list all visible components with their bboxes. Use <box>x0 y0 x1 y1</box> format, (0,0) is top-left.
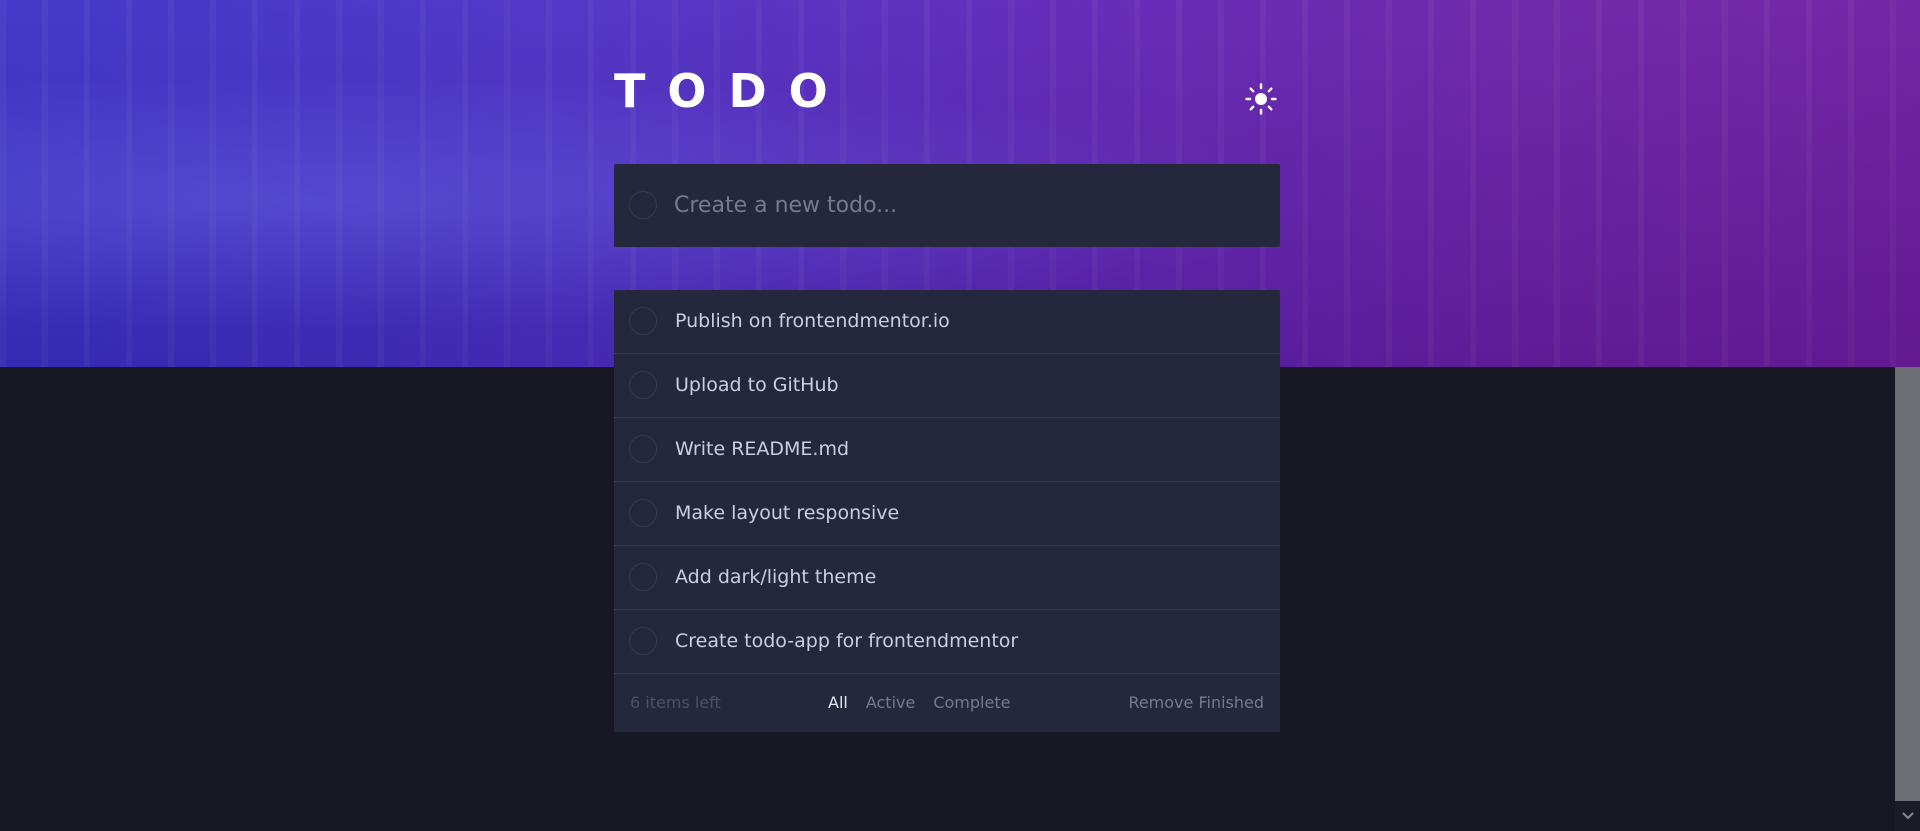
todo-check-circle[interactable] <box>629 627 657 655</box>
todo-check-circle[interactable] <box>629 371 657 399</box>
page-scrollbar[interactable] <box>1895 367 1920 831</box>
todo-item[interactable]: Upload to GitHub <box>614 354 1280 418</box>
remove-finished-button[interactable]: Remove Finished <box>1128 693 1264 712</box>
todo-item[interactable]: Add dark/light theme <box>614 546 1280 610</box>
todo-check-circle[interactable] <box>629 499 657 527</box>
todo-item-text: Create todo-app for frontendmentor <box>675 630 1019 652</box>
todo-footer: 6 items left All Active Complete Remove … <box>614 674 1280 732</box>
chevron-down-icon <box>1901 812 1914 820</box>
todo-item[interactable]: Write README.md <box>614 418 1280 482</box>
scrollbar-thumb[interactable] <box>1895 367 1920 801</box>
todo-check-circle[interactable] <box>629 435 657 463</box>
todo-list: Publish on frontendmentor.io Upload to G… <box>614 290 1280 732</box>
todo-check-circle[interactable] <box>629 563 657 591</box>
todo-item-text: Add dark/light theme <box>675 566 877 588</box>
filter-all-button[interactable]: All <box>828 693 848 712</box>
todo-check-circle[interactable] <box>629 307 657 335</box>
todo-item-text: Make layout responsive <box>675 502 900 524</box>
new-todo-check-circle[interactable] <box>629 191 657 219</box>
filter-active-button[interactable]: Active <box>866 693 916 712</box>
filter-complete-button[interactable]: Complete <box>933 693 1010 712</box>
theme-toggle-button[interactable] <box>1244 82 1278 116</box>
todo-item[interactable]: Make layout responsive <box>614 482 1280 546</box>
filter-group: All Active Complete <box>828 693 1028 712</box>
todo-item[interactable]: Publish on frontendmentor.io <box>614 290 1280 354</box>
todo-item-text: Upload to GitHub <box>675 374 839 396</box>
new-todo-bar <box>614 164 1280 247</box>
scroll-down-arrow[interactable] <box>1895 801 1920 831</box>
todo-item-text: Write README.md <box>675 438 850 460</box>
app-title: TODO <box>614 64 850 118</box>
new-todo-input[interactable] <box>674 186 1254 224</box>
todo-item[interactable]: Create todo-app for frontendmentor <box>614 610 1280 674</box>
sun-icon <box>1245 83 1277 115</box>
items-left-count: 6 items left <box>630 693 721 712</box>
todo-item-text: Publish on frontendmentor.io <box>675 310 950 332</box>
